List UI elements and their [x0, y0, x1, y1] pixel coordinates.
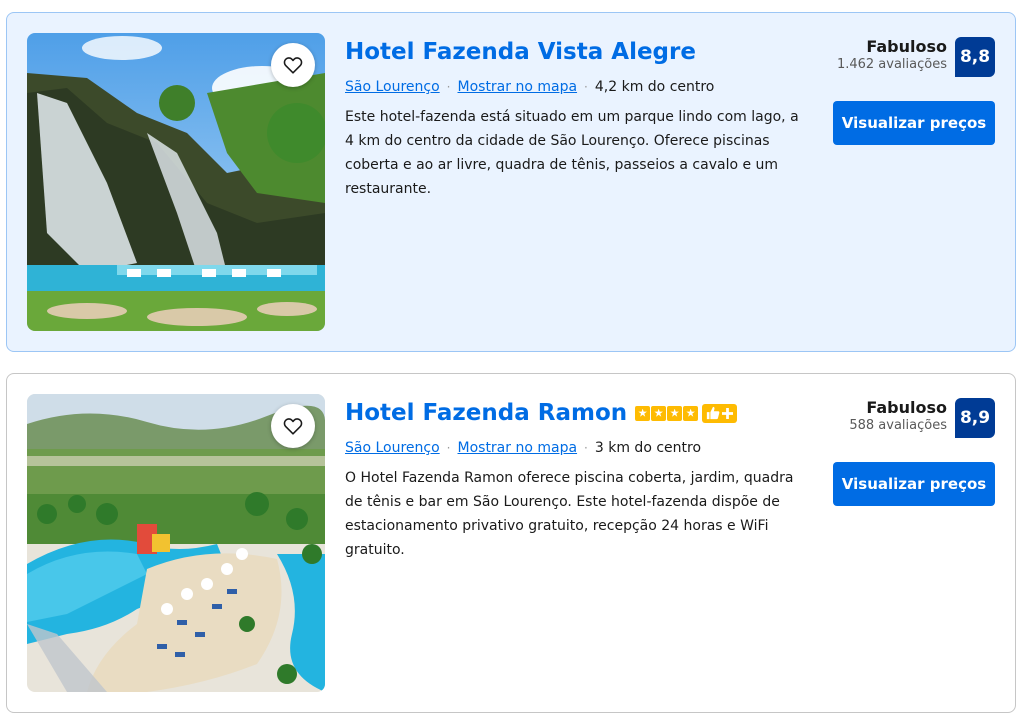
score-badge: 8,9	[955, 398, 995, 438]
hotel-card: Hotel Fazenda Ramon São Lourenço · Mostr…	[6, 373, 1016, 713]
hotel-info: Hotel Fazenda Ramon São Lourenço · Mostr…	[345, 396, 815, 562]
show-on-map-link[interactable]: Mostrar no mapa	[458, 79, 578, 95]
hotel-name[interactable]: Hotel Fazenda Ramon	[345, 400, 627, 426]
star-icon	[635, 405, 651, 421]
hotel-card: Hotel Fazenda Vista Alegre São Lourenço …	[6, 12, 1016, 352]
rating-word: Fabuloso	[866, 398, 947, 417]
star-icon	[683, 405, 699, 421]
plus-icon	[722, 407, 734, 419]
review-score[interactable]: Fabuloso 588 avaliações 8,9	[849, 398, 995, 438]
star-rating	[635, 405, 699, 421]
city-link[interactable]: São Lourenço	[345, 440, 440, 456]
preferred-partner-badge[interactable]	[702, 403, 738, 423]
hotel-description: O Hotel Fazenda Ramon oferece piscina co…	[345, 470, 794, 558]
city-link[interactable]: São Lourenço	[345, 79, 440, 95]
thumbs-up-icon	[707, 406, 720, 420]
hotel-name[interactable]: Hotel Fazenda Vista Alegre	[345, 39, 696, 65]
show-on-map-link[interactable]: Mostrar no mapa	[458, 440, 578, 456]
hotel-info: Hotel Fazenda Vista Alegre São Lourenço …	[345, 35, 815, 201]
separator-dot: ·	[446, 80, 451, 94]
separator-dot: ·	[584, 80, 588, 94]
review-count: 588 avaliações	[849, 418, 947, 433]
hotel-description: Este hotel-fazenda está situado em um pa…	[345, 109, 799, 197]
view-prices-button[interactable]: Visualizar preços	[833, 462, 995, 506]
review-score[interactable]: Fabuloso 1.462 avaliações 8,8	[837, 37, 995, 77]
separator-dot: ·	[446, 441, 451, 455]
view-prices-button[interactable]: Visualizar preços	[833, 101, 995, 145]
favorite-button[interactable]	[271, 404, 315, 448]
hotel-photo[interactable]	[27, 394, 325, 692]
heart-icon	[283, 418, 303, 435]
favorite-button[interactable]	[271, 43, 315, 87]
review-count: 1.462 avaliações	[836, 57, 947, 72]
hotel-photo[interactable]	[27, 33, 325, 331]
distance-text: 4,2 km do centro	[594, 79, 715, 95]
separator-dot: ·	[584, 441, 588, 455]
score-badge: 8,8	[955, 37, 995, 77]
heart-icon	[283, 57, 303, 74]
rating-word: Fabuloso	[866, 37, 947, 56]
distance-text: 3 km do centro	[594, 440, 702, 456]
star-icon	[667, 405, 683, 421]
star-icon	[651, 405, 667, 421]
